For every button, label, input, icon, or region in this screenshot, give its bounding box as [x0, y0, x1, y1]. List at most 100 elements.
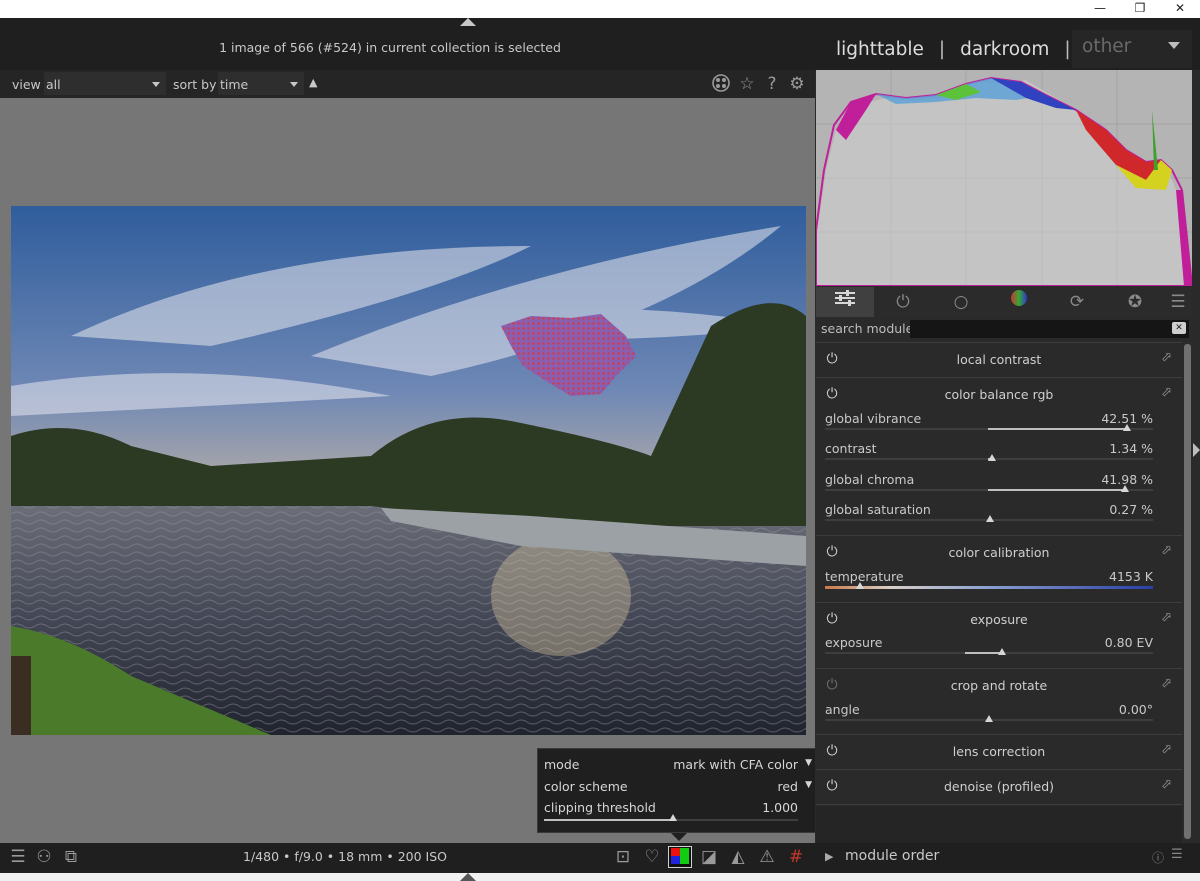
module-denoise-profiled[interactable]: ⏻ denoise (profiled) ⬀ — [816, 769, 1182, 805]
clear-search-icon[interactable]: ✕ — [1172, 322, 1186, 334]
base-modules-power-icon[interactable]: ⏻ — [874, 287, 932, 317]
selection-status: 1 image of 566 (#524) in current collect… — [219, 40, 561, 55]
slider-label: angle — [825, 702, 860, 717]
expand-icon[interactable]: ⬀ — [1161, 777, 1172, 792]
correction-modules-icon[interactable]: ⟳ — [1048, 287, 1106, 317]
active-modules-tab[interactable] — [816, 287, 874, 317]
sort-select[interactable]: time — [218, 72, 304, 95]
slider-label: global chroma — [825, 472, 915, 487]
minimize-button[interactable]: — — [1080, 0, 1120, 18]
module-exposure[interactable]: ⏻ exposure ⬀ — [816, 602, 1182, 636]
slider-knob[interactable] — [985, 715, 993, 722]
raw-overexposed-indicator-icon[interactable] — [668, 846, 692, 868]
expand-icon[interactable]: ⬀ — [1161, 676, 1172, 691]
grouping-icon[interactable] — [710, 73, 732, 95]
module-lens-correction[interactable]: ⏻ lens correction ⬀ — [816, 734, 1182, 768]
chevron-down-icon — [290, 82, 298, 87]
module-color-calibration[interactable]: ⏻ color calibration ⬀ — [816, 535, 1182, 569]
search-module-input[interactable] — [910, 320, 1189, 338]
softproof-icon[interactable]: ◭ — [726, 846, 750, 868]
second-window-icon[interactable]: ⧉ — [59, 846, 83, 868]
module-color-balance-rgb[interactable]: ⏻ color balance rgb ⬀ — [816, 377, 1182, 411]
global-vibrance-slider[interactable]: global vibrance 42.51 % — [825, 411, 1153, 441]
star-icon[interactable]: ☆ — [736, 73, 758, 95]
view-filter-value: all — [46, 77, 61, 92]
clipping-options-popup: mode mark with CFA color ▼ color scheme … — [537, 748, 821, 833]
restore-button[interactable]: ❐ — [1120, 0, 1160, 18]
color-assessment-bulb-icon[interactable]: ♡ — [640, 846, 664, 868]
slider-knob[interactable] — [986, 515, 994, 522]
presets-menu-icon[interactable]: ☰ — [1164, 287, 1192, 317]
expand-icon[interactable]: ⬀ — [1161, 742, 1172, 757]
chevron-down-icon: ▼ — [805, 780, 812, 790]
clipping-indicator-icon[interactable]: ◪ — [697, 846, 721, 868]
search-module-label: search module — [821, 321, 914, 336]
gamut-check-warning-icon[interactable]: ⚠ — [755, 846, 779, 868]
sort-value: time — [220, 77, 249, 92]
slider-knob[interactable] — [1121, 485, 1129, 492]
view-switcher: lighttable | darkroom | — [836, 34, 1086, 64]
info-icon[interactable]: ⓘ — [1152, 849, 1164, 866]
expand-arrow-icon[interactable]: ▶ — [825, 850, 833, 863]
global-saturation-slider[interactable]: global saturation 0.27 % — [825, 502, 1153, 532]
clipping-mode-value: mark with CFA color — [673, 757, 798, 772]
slider-track — [674, 819, 798, 821]
image-preview[interactable] — [11, 206, 806, 735]
slider-value: 0.80 EV — [1104, 635, 1153, 650]
sort-label: sort by — [173, 77, 217, 92]
slider-knob[interactable] — [988, 454, 996, 461]
temperature-slider[interactable]: temperature 4153 K — [825, 569, 1153, 599]
exposure-slider[interactable]: exposure 0.80 EV — [825, 635, 1153, 665]
chevron-down-icon: ▼ — [805, 758, 812, 768]
slider-knob[interactable] — [669, 814, 677, 821]
collapse-bottom-panel-arrow-icon[interactable] — [460, 873, 476, 881]
expand-icon[interactable]: ⬀ — [1161, 385, 1172, 400]
module-group-tabs: ⏻ ○ ⟳ ✪ ☰ — [816, 287, 1192, 317]
module-scrollbar[interactable] — [1184, 344, 1191, 839]
chevron-down-icon — [1168, 42, 1180, 49]
slider-knob[interactable] — [856, 582, 864, 589]
collapse-right-panel-arrow-icon[interactable] — [1193, 443, 1200, 457]
focus-peaking-icon[interactable]: ⊡ — [611, 846, 635, 868]
view-lighttable[interactable]: lighttable — [836, 39, 924, 60]
view-other-dropdown[interactable]: other — [1072, 30, 1192, 68]
expand-icon[interactable]: ⬀ — [1161, 610, 1172, 625]
guides-grid-icon[interactable]: # — [784, 846, 808, 868]
styles-icon[interactable]: ⚇ — [32, 846, 56, 868]
slider-knob[interactable] — [1123, 424, 1131, 431]
angle-slider[interactable]: angle 0.00° — [825, 702, 1153, 732]
view-darkroom[interactable]: darkroom — [960, 39, 1049, 60]
sort-direction-toggle[interactable]: ▲ — [309, 76, 317, 89]
color-modules-icon[interactable] — [990, 287, 1048, 317]
module-local-contrast[interactable]: ⏻ local contrast ⬀ — [816, 342, 1182, 376]
clipping-mode-label: mode — [544, 757, 580, 772]
effect-modules-icon[interactable]: ✪ — [1106, 287, 1164, 317]
collapse-top-panel-arrow-icon[interactable] — [460, 18, 476, 26]
clipping-threshold-slider[interactable]: clipping threshold 1.000 — [544, 800, 814, 826]
slider-value: 0.27 % — [1109, 502, 1153, 517]
module-crop-and-rotate[interactable]: ⏻ crop and rotate ⬀ — [816, 668, 1182, 702]
gear-icon[interactable]: ⚙ — [786, 73, 808, 95]
module-name: local contrast — [956, 352, 1042, 367]
module-order-label[interactable]: module order — [845, 848, 939, 864]
histogram[interactable] — [816, 70, 1192, 286]
view-filter-select[interactable]: all — [44, 72, 166, 95]
expand-icon[interactable]: ⬀ — [1161, 350, 1172, 365]
module-name: denoise (profiled) — [943, 779, 1055, 794]
help-icon[interactable]: ? — [761, 73, 783, 95]
menu-icon[interactable]: ☰ — [1171, 847, 1183, 862]
bottom-edge-strip — [0, 873, 1200, 881]
slider-value: 4153 K — [1109, 569, 1153, 584]
module-name: exposure — [970, 612, 1028, 627]
slider-fill — [988, 428, 1127, 430]
global-chroma-slider[interactable]: global chroma 41.98 % — [825, 472, 1153, 502]
slider-fill — [544, 819, 674, 821]
tone-modules-circle-icon[interactable]: ○ — [932, 287, 990, 317]
expand-icon[interactable]: ⬀ — [1161, 543, 1172, 558]
close-button[interactable]: ✕ — [1160, 0, 1200, 18]
contrast-slider[interactable]: contrast 1.34 % — [825, 441, 1153, 471]
slider-knob[interactable] — [998, 648, 1006, 655]
presets-menu-icon[interactable]: ☰ — [6, 846, 30, 868]
slider-fill — [988, 489, 1125, 491]
slider-fill — [965, 652, 1002, 654]
